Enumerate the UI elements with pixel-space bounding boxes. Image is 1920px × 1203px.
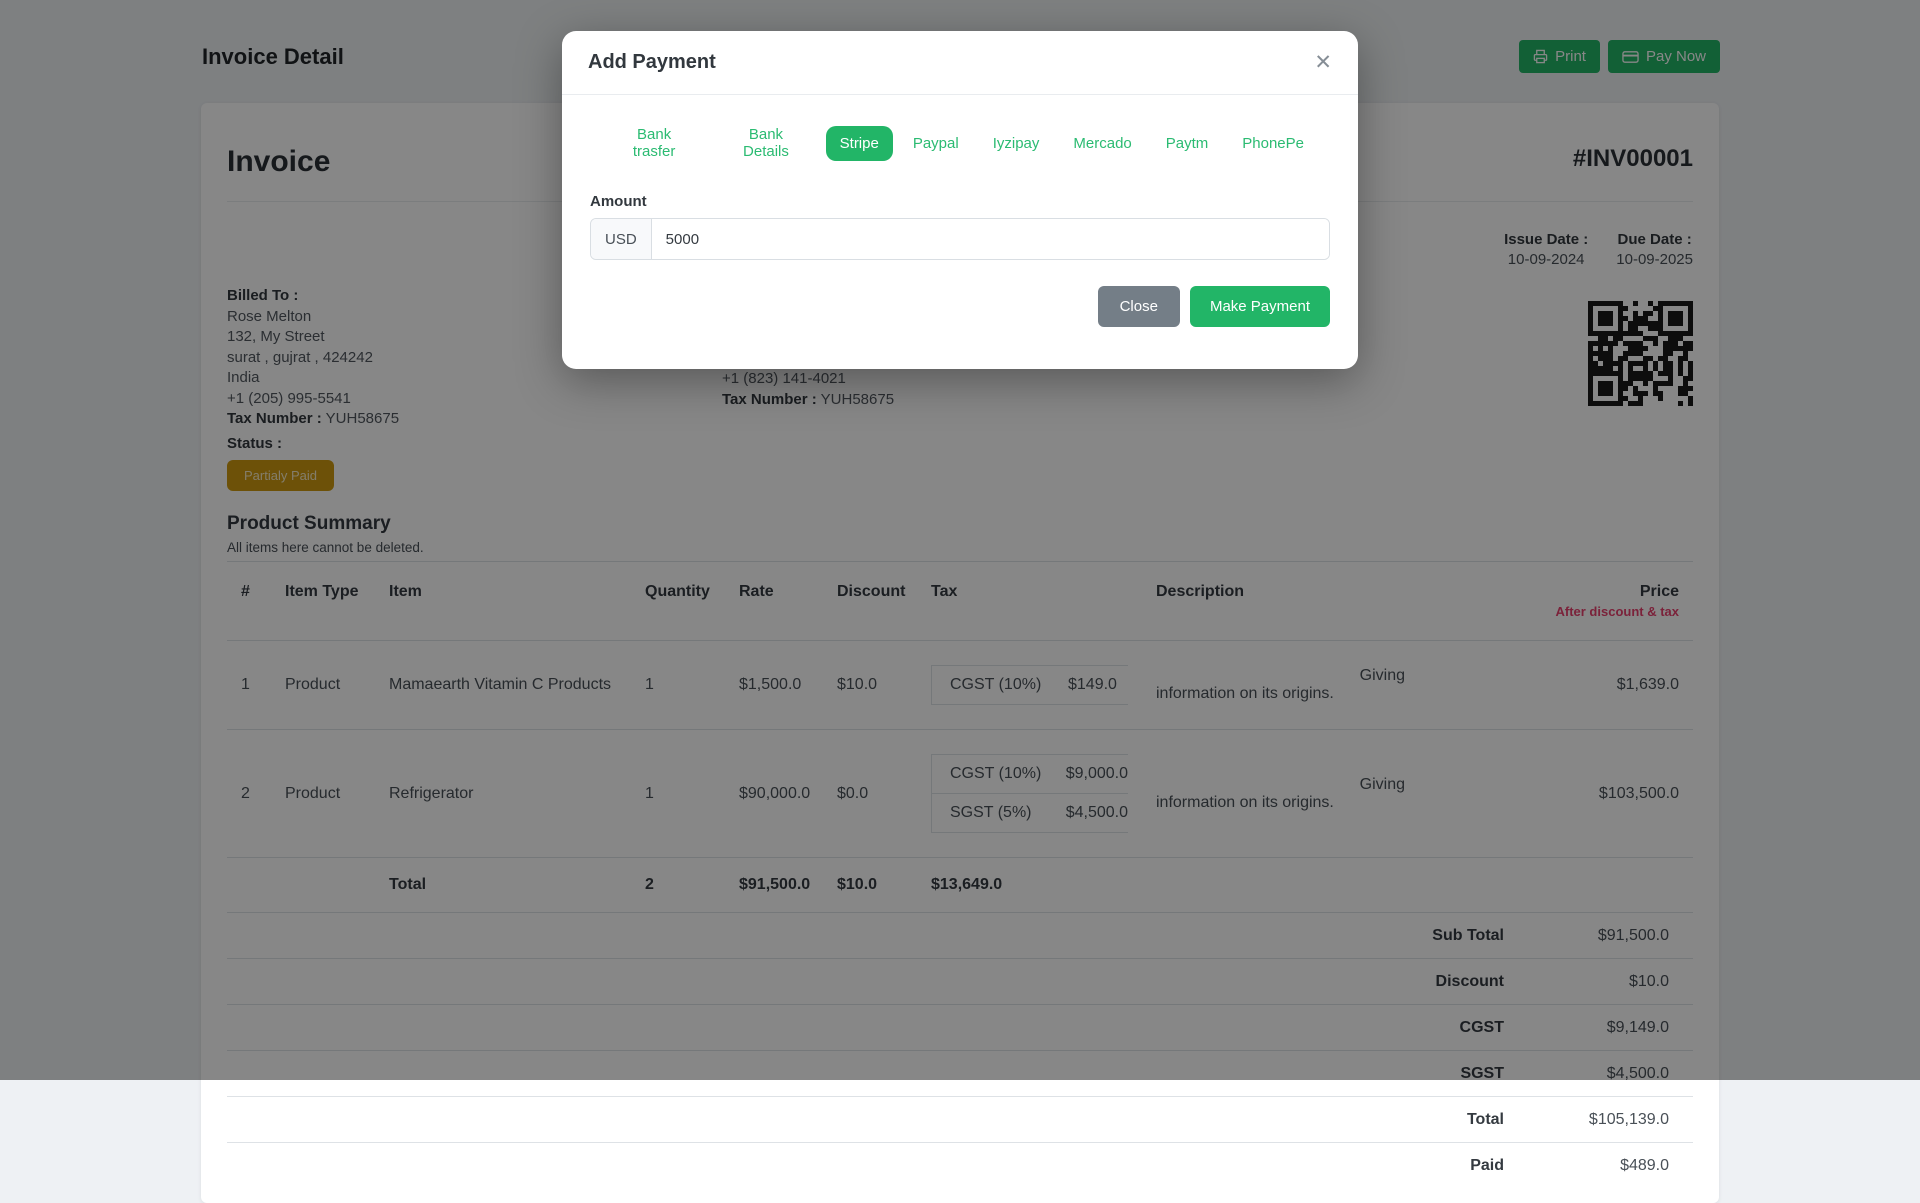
tab-mercado[interactable]: Mercado <box>1059 126 1145 161</box>
add-payment-modal: Add Payment ✕ Bank trasfer Bank Details … <box>562 31 1358 369</box>
tab-iyzipay[interactable]: Iyzipay <box>979 126 1054 161</box>
tab-bank-details[interactable]: Bank Details <box>712 117 819 169</box>
amount-input-group: USD <box>590 218 1330 260</box>
currency-prefix: USD <box>591 219 652 259</box>
modal-header: Add Payment ✕ <box>562 31 1358 95</box>
modal-actions: Close Make Payment <box>590 286 1330 327</box>
tab-phonepe[interactable]: PhonePe <box>1228 126 1318 161</box>
tab-stripe[interactable]: Stripe <box>826 126 893 161</box>
tab-paytm[interactable]: Paytm <box>1152 126 1223 161</box>
modal-title: Add Payment <box>588 51 716 74</box>
payment-method-tabs: Bank trasfer Bank Details Stripe Paypal … <box>590 117 1330 169</box>
amount-label: Amount <box>590 193 1330 210</box>
tab-bank-transfer[interactable]: Bank trasfer <box>602 117 706 169</box>
tab-paypal[interactable]: Paypal <box>899 126 973 161</box>
close-button[interactable]: Close <box>1098 286 1180 327</box>
grand-total-row: Total $105,139.0 <box>227 1096 1693 1142</box>
close-icon[interactable]: ✕ <box>1314 52 1332 73</box>
modal-body: Bank trasfer Bank Details Stripe Paypal … <box>562 95 1358 369</box>
make-payment-button[interactable]: Make Payment <box>1190 286 1330 327</box>
paid-row: Paid $489.0 <box>227 1142 1693 1188</box>
amount-input[interactable] <box>652 219 1329 259</box>
